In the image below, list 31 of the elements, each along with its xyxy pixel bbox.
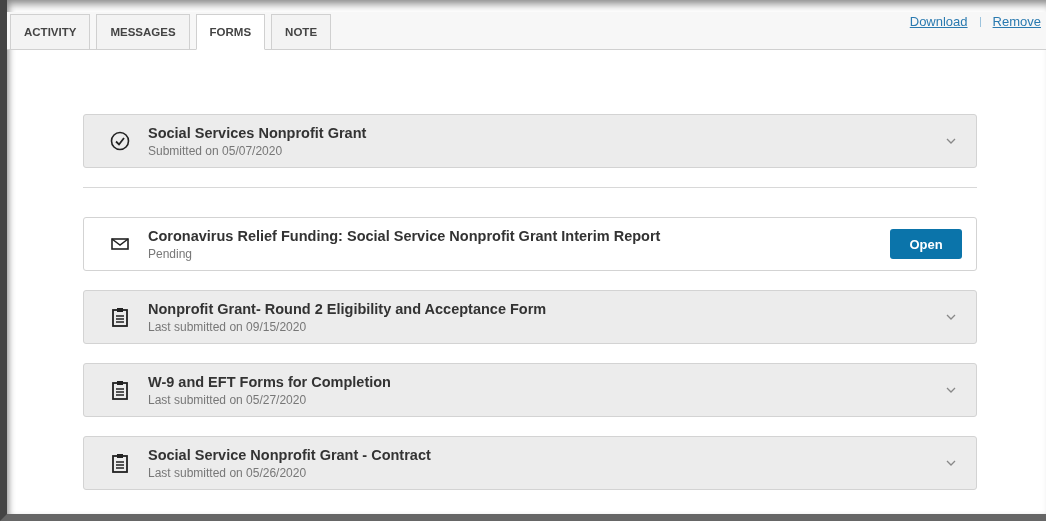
form-status: Last submitted on 05/26/2020 [148, 465, 308, 480]
chevron-down-icon[interactable] [946, 460, 956, 466]
clipboard-icon [112, 307, 128, 327]
form-card[interactable]: Social Service Nonprofit Grant - Contract Last submitted on 05/26/2020 [83, 436, 977, 490]
chevron-down-icon[interactable] [946, 314, 956, 320]
form-card[interactable]: Nonprofit Grant- Round 2 Eligibility and Acceptance Form Last submitted on 09/15/2020 [83, 290, 977, 344]
form-title: Nonprofit Grant- Round 2 Eligibility and Acceptance Form [148, 300, 548, 317]
action-link[interactable]: Remove [992, 14, 1041, 29]
tab[interactable]: ACTIVITY [10, 14, 91, 50]
form-status: Pending [148, 246, 194, 261]
chevron-down-icon[interactable] [946, 387, 956, 393]
clipboard-icon [112, 453, 128, 473]
form-status: Last submitted on 05/27/2020 [148, 392, 308, 407]
form-title: Social Services Nonprofit Grant [148, 124, 368, 141]
form-card[interactable]: W-9 and EFT Forms for Completion Last submitted on 05/27/2020 [83, 363, 977, 417]
form-status: Last submitted on 09/15/2020 [148, 319, 308, 334]
tab[interactable]: NOTE [271, 14, 332, 50]
form-card[interactable]: Coronavirus Relief Funding: Social Service Nonprofit Grant Interim Report Pending Open [83, 217, 977, 271]
envelope-icon [111, 238, 129, 250]
action-link[interactable]: Download [909, 14, 968, 29]
check-circle-icon [110, 131, 130, 151]
clipboard-icon [112, 380, 128, 400]
chevron-down-icon[interactable] [946, 138, 956, 144]
open-button[interactable]: Open [890, 229, 962, 259]
form-status: Submitted on 05/07/2020 [148, 143, 284, 158]
form-title: W-9 and EFT Forms for Completion [148, 373, 392, 390]
tab[interactable]: FORMS [195, 14, 266, 50]
form-title: Social Service Nonprofit Grant - Contract [148, 446, 432, 463]
form-title: Coronavirus Relief Funding: Social Service Nonprofit Grant Interim Report [148, 227, 662, 244]
form-card[interactable]: Social Services Nonprofit Grant Submitted on 05/07/2020 [83, 114, 977, 168]
tab[interactable]: MESSAGES [96, 14, 190, 50]
